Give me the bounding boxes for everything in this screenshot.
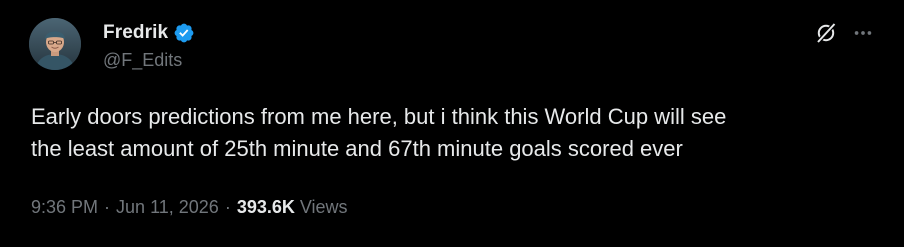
- tweet-metadata: 9:36 PM · Jun 11, 2026 · 393.6K Views: [31, 197, 348, 218]
- tweet-time[interactable]: 9:36 PM: [31, 197, 98, 218]
- author-name-row[interactable]: Fredrik: [103, 20, 195, 46]
- views-label[interactable]: Views: [300, 197, 348, 218]
- tweet-text-line: Early doors predictions from me here, bu…: [31, 104, 727, 129]
- tweet-text: Early doors predictions from me here, bu…: [31, 101, 881, 165]
- meta-separator: ·: [224, 197, 231, 217]
- grok-icon[interactable]: [813, 20, 839, 46]
- more-options-icon[interactable]: [850, 20, 876, 46]
- tweet-date[interactable]: Jun 11, 2026: [116, 197, 219, 218]
- avatar-image: [29, 18, 81, 70]
- tweet-text-line: the least amount of 25th minute and 67th…: [31, 136, 683, 161]
- avatar[interactable]: [29, 18, 81, 70]
- author-display-name[interactable]: Fredrik: [103, 22, 168, 44]
- author-handle[interactable]: @F_Edits: [103, 50, 182, 71]
- meta-separator: ·: [104, 197, 111, 217]
- tweet-card: Fredrik @F_Edits Early doors predictions…: [0, 0, 904, 247]
- views-count[interactable]: 393.6K: [237, 197, 295, 218]
- verified-badge-icon[interactable]: [173, 22, 195, 44]
